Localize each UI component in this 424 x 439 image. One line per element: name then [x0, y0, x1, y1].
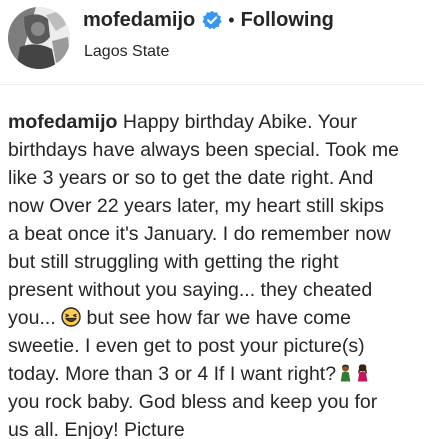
caption-text: but see how far we have come — [86, 307, 352, 329]
caption-line: you... but see how far we have come — [8, 304, 420, 332]
caption-line: you rock baby. God bless and keep you fo… — [8, 391, 378, 413]
verified-badge-icon — [202, 10, 222, 30]
avatar-photo — [8, 7, 70, 69]
caption-text: you... — [8, 307, 56, 329]
caption-line: now Over 22 years later, my heart still … — [8, 195, 385, 217]
caption-line: present without you saying... they cheat… — [8, 279, 373, 301]
post-username[interactable]: mofedamijo — [83, 9, 195, 32]
caption-line: sweetie. I even get to post your picture… — [8, 335, 365, 357]
following-button[interactable]: Following — [241, 9, 334, 32]
caption-line: birthdays have always been special. Took… — [8, 139, 399, 161]
post-location[interactable]: Lagos State — [84, 43, 169, 61]
laughing-face-emoji-icon — [61, 307, 81, 327]
caption-line: a beat once it's January. I do remember … — [8, 223, 391, 245]
header-divider — [0, 84, 424, 85]
couple-emoji-icon — [340, 364, 368, 382]
post-caption: mofedamijo Happy birthday Abike. Your bi… — [8, 108, 420, 439]
caption-line: mofedamijo Happy birthday Abike. Your — [8, 108, 420, 136]
caption-line: like 3 years or so to get the date right… — [8, 167, 374, 189]
post-header: mofedamijo • Following Lagos State — [0, 0, 424, 80]
caption-text: Happy birthday Abike. Your — [122, 111, 358, 133]
post-author-row: mofedamijo • Following — [83, 6, 334, 34]
caption-line: us all. Enjoy! Picture — [8, 419, 185, 439]
caption-line: but still struggling with getting the ri… — [8, 251, 339, 273]
caption-username[interactable]: mofedamijo — [8, 111, 117, 133]
separator-dot: • — [228, 9, 235, 30]
caption-text: today. More than 3 or 4 If I want right? — [8, 363, 337, 385]
caption-line: today. More than 3 or 4 If I want right? — [8, 360, 420, 388]
avatar[interactable] — [8, 7, 70, 69]
